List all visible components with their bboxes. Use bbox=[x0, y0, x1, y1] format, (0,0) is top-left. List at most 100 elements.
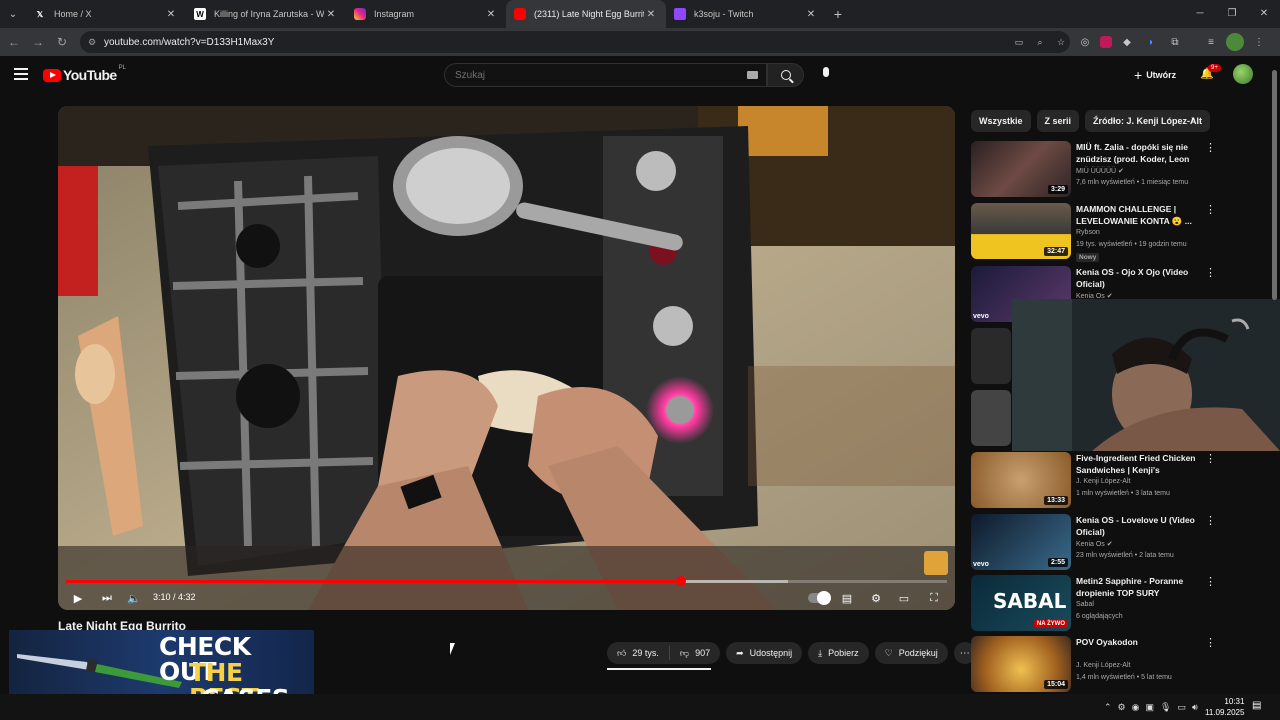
progress-scrubber[interactable] bbox=[675, 576, 686, 586]
minimize-icon[interactable]: ─ bbox=[1184, 0, 1216, 28]
tray-app-icon[interactable]: ◉ bbox=[1132, 702, 1140, 713]
dislike-button[interactable]: 👎︎ 907 bbox=[670, 648, 720, 659]
back-icon[interactable]: ← bbox=[2, 35, 26, 49]
video-thumbnail[interactable] bbox=[971, 390, 1011, 446]
forward-icon[interactable]: → bbox=[26, 35, 50, 49]
rec-title[interactable]: Kenia OS - Lovelove U (Video Oficial) bbox=[1076, 514, 1196, 538]
volume-tray-icon[interactable]: 🔊︎ bbox=[1192, 702, 1198, 713]
network-icon[interactable]: ▭ bbox=[1177, 702, 1186, 713]
create-button[interactable]: + Utwórz bbox=[1134, 66, 1176, 84]
video-thumbnail[interactable]: 32:47 bbox=[971, 203, 1071, 259]
rec-channel[interactable]: J. Kenji López-Alt bbox=[1076, 478, 1130, 485]
close-tab-icon[interactable]: ✕ bbox=[644, 9, 658, 20]
tab-x[interactable]: 𝕏 Home / X ✕ bbox=[26, 0, 186, 28]
media-control-icon[interactable]: ≡ bbox=[1202, 33, 1220, 51]
more-vert-icon[interactable]: ⋮ bbox=[1205, 575, 1216, 588]
like-button[interactable]: 👍︎ 29 tys. bbox=[607, 646, 670, 660]
chip-series[interactable]: Z serii bbox=[1036, 110, 1080, 132]
tray-app-icon[interactable]: ⚙ bbox=[1118, 702, 1126, 713]
rec-channel[interactable]: Sabal bbox=[1076, 601, 1094, 608]
reload-icon[interactable]: ↻ bbox=[50, 35, 74, 49]
list-item[interactable]: 3:29 MIÜ ft. Zalia - dopóki się nie znüd… bbox=[971, 141, 1271, 199]
bookmark-star-icon[interactable]: ☆ bbox=[1052, 34, 1070, 50]
close-tab-icon[interactable]: ✕ bbox=[804, 9, 818, 20]
close-tab-icon[interactable]: ✕ bbox=[164, 9, 178, 20]
video-thumbnail[interactable]: 3:29 bbox=[971, 141, 1071, 197]
fullscreen-icon[interactable]: ⛶ bbox=[926, 590, 942, 606]
address-bar[interactable]: ⚙ youtube.com/watch?v=D133H1Max3Y ▭ ⌕ ☆ bbox=[80, 31, 1070, 53]
video-player[interactable]: ▶ ⏭ 🔈 3:10 / 4:32 ▤ ⚙ ▭ ⛶ bbox=[58, 106, 955, 610]
menu-hamburger-icon[interactable] bbox=[14, 68, 28, 80]
youtube-logo[interactable]: YouTube PL bbox=[43, 65, 126, 83]
keyboard-icon[interactable] bbox=[747, 71, 758, 79]
subtitles-icon[interactable]: ▤ bbox=[839, 590, 855, 606]
next-icon[interactable]: ⏭ bbox=[99, 590, 115, 606]
tray-app-icon[interactable]: ▣ bbox=[1145, 702, 1154, 713]
extensions-puzzle-icon[interactable]: ⧉ bbox=[1166, 33, 1184, 51]
more-vert-icon[interactable]: ⋮ bbox=[1205, 514, 1216, 527]
list-item[interactable]: vevo 2:55 Kenia OS - Lovelove U (Video O… bbox=[971, 514, 1271, 572]
thanks-button[interactable]: ♡ Podziękuj bbox=[874, 642, 948, 664]
list-item[interactable]: 15:04 POV Oyakodon J. Kenji López-Alt 1,… bbox=[971, 636, 1271, 694]
rec-title[interactable]: Kenia OS - Ojo X Ojo (Video Oficial) bbox=[1076, 266, 1196, 290]
search-input[interactable] bbox=[455, 69, 735, 81]
extension-diamond-icon[interactable]: ◆ bbox=[1118, 33, 1136, 51]
list-item[interactable]: 13:33 Five-Ingredient Fried Chicken Sand… bbox=[971, 452, 1271, 510]
list-item[interactable]: SABAL NA ŻYWO Metin2 Sapphire - Poranne … bbox=[971, 575, 1271, 633]
list-item[interactable]: 32:47 MAMMON CHALLENGE | LEVELOWANIE KON… bbox=[971, 203, 1271, 262]
video-thumbnail[interactable]: vevo 2:55 bbox=[971, 514, 1071, 570]
incognito-icon[interactable]: ◎ bbox=[1076, 33, 1094, 51]
restore-icon[interactable]: ❐ bbox=[1216, 0, 1248, 28]
extension-wave-icon[interactable]: ◗ bbox=[1142, 33, 1160, 51]
notification-center-icon[interactable]: ▤ bbox=[1252, 700, 1266, 714]
video-thumbnail[interactable]: 15:04 bbox=[971, 636, 1071, 692]
site-info-icon[interactable]: ⚙ bbox=[88, 37, 104, 48]
rec-title[interactable]: Metin2 Sapphire - Poranne dropienie TOP … bbox=[1076, 575, 1196, 599]
scrollbar-thumb[interactable] bbox=[1272, 70, 1277, 300]
more-vert-icon[interactable]: ⋮ bbox=[1205, 452, 1216, 465]
settings-gear-icon[interactable]: ⚙ bbox=[868, 590, 884, 606]
video-thumbnail[interactable]: 13:33 bbox=[971, 452, 1071, 508]
browser-menu-icon[interactable]: ⋮ bbox=[1250, 33, 1268, 51]
extension-shield-icon[interactable] bbox=[1100, 36, 1112, 48]
close-tab-icon[interactable]: ✕ bbox=[484, 9, 498, 20]
more-vert-icon[interactable]: ⋮ bbox=[1205, 203, 1216, 216]
play-icon[interactable]: ▶ bbox=[70, 590, 86, 606]
channel-watermark[interactable] bbox=[924, 551, 948, 575]
profile-avatar-icon[interactable] bbox=[1226, 33, 1244, 51]
rec-channel[interactable]: Rybson bbox=[1076, 229, 1100, 236]
rec-channel[interactable]: Kenia Os ✔ bbox=[1076, 540, 1113, 548]
more-vert-icon[interactable]: ⋮ bbox=[1205, 636, 1216, 649]
tab-twitch[interactable]: k3soju - Twitch ✕ bbox=[666, 0, 826, 28]
account-avatar[interactable] bbox=[1233, 64, 1253, 84]
page-scrollbar[interactable] bbox=[1271, 60, 1278, 690]
more-vert-icon[interactable]: ⋮ bbox=[1205, 266, 1216, 279]
video-thumbnail[interactable]: SABAL NA ŻYWO bbox=[971, 575, 1071, 631]
theater-mode-icon[interactable]: ▭ bbox=[896, 590, 912, 606]
rec-title[interactable]: MAMMON CHALLENGE | LEVELOWANIE KONTA 😮 .… bbox=[1076, 203, 1196, 227]
chevron-right-icon[interactable]: › bbox=[1191, 114, 1194, 125]
autoplay-toggle[interactable] bbox=[808, 591, 831, 605]
zoom-icon[interactable]: ⌕ bbox=[1031, 34, 1049, 50]
tab-youtube[interactable]: (2311) Late Night Egg Burrito - ✕ bbox=[506, 0, 666, 28]
cast-icon[interactable]: ▭ bbox=[1010, 34, 1028, 50]
microphone-icon[interactable]: 🎙︎ bbox=[1160, 702, 1171, 713]
video-thumbnail[interactable] bbox=[971, 328, 1011, 384]
rec-title[interactable]: Five-Ingredient Fried Chicken Sandwiches… bbox=[1076, 452, 1196, 476]
voice-search-icon[interactable] bbox=[819, 67, 833, 83]
search-button[interactable] bbox=[767, 63, 804, 87]
share-button[interactable]: ➦ Udostępnij bbox=[726, 642, 803, 664]
rec-channel[interactable]: MIÜ ÜÜÜÜÜ ✔ bbox=[1076, 167, 1124, 175]
new-tab-button[interactable]: + bbox=[826, 6, 850, 22]
system-clock[interactable]: 10:31 11.09.2025 bbox=[1205, 696, 1244, 718]
chevron-up-icon[interactable]: ⌃ bbox=[1104, 702, 1112, 713]
close-tab-icon[interactable]: ✕ bbox=[324, 9, 338, 20]
rec-channel[interactable]: J. Kenji López-Alt bbox=[1076, 662, 1130, 669]
close-window-icon[interactable]: ✕ bbox=[1248, 0, 1280, 28]
tab-wikipedia[interactable]: W Killing of Iryna Zarutska - Wikip ✕ bbox=[186, 0, 346, 28]
tab-search-menu-icon[interactable]: ⌄ bbox=[0, 0, 26, 28]
rec-title[interactable]: MIÜ ft. Zalia - dopóki się nie znüdzisz … bbox=[1076, 141, 1196, 165]
volume-icon[interactable]: 🔈 bbox=[126, 590, 142, 606]
chip-all[interactable]: Wszystkie bbox=[971, 110, 1031, 132]
progress-bar[interactable] bbox=[66, 576, 947, 586]
